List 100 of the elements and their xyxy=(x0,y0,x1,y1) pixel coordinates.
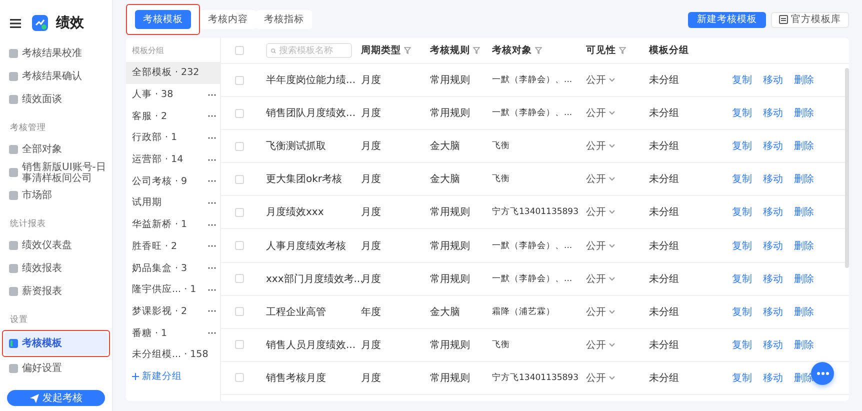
action-link[interactable]: 复制 xyxy=(732,304,752,319)
visibility-dropdown[interactable]: 公开 xyxy=(586,338,649,352)
action-link[interactable]: 复制 xyxy=(732,139,752,154)
action-link[interactable]: 移动 xyxy=(763,139,783,154)
group-item[interactable]: 行政部 · 1 xyxy=(126,127,220,149)
add-group-button[interactable]: 新建分组 xyxy=(126,366,220,387)
column-header[interactable]: 模板分组 xyxy=(649,44,732,57)
column-header[interactable]: 考核对象 xyxy=(492,44,586,57)
group-item[interactable]: 隆宇供应... · 1 xyxy=(126,278,220,301)
action-link[interactable]: 复制 xyxy=(732,205,752,220)
group-item[interactable]: 公司考核 · 9 xyxy=(126,170,220,192)
checkbox[interactable] xyxy=(235,241,244,250)
visibility-dropdown[interactable]: 公开 xyxy=(586,370,649,385)
more-icon[interactable] xyxy=(208,202,216,204)
action-link[interactable]: 复制 xyxy=(732,106,752,120)
nav-item[interactable]: 考核结果校准 xyxy=(4,42,108,65)
action-link[interactable]: 删除 xyxy=(794,205,814,220)
action-link[interactable]: 删除 xyxy=(794,73,814,88)
more-icon[interactable] xyxy=(208,180,216,182)
checkbox[interactable] xyxy=(235,76,244,85)
action-link[interactable]: 移动 xyxy=(763,304,783,319)
nav-item[interactable]: 考核结果确认 xyxy=(4,65,108,88)
action-link[interactable]: 移动 xyxy=(763,172,783,186)
action-link[interactable]: 删除 xyxy=(794,304,814,319)
nav-item[interactable]: 考核模板 xyxy=(4,332,108,355)
column-header[interactable]: 可见性 xyxy=(586,44,649,57)
visibility-dropdown[interactable]: 公开 xyxy=(586,73,649,88)
action-link[interactable]: 复制 xyxy=(732,370,752,385)
filter-icon[interactable] xyxy=(404,47,411,54)
action-link[interactable]: 复制 xyxy=(732,172,752,186)
group-item[interactable]: 客服 · 2 xyxy=(126,105,220,128)
group-item[interactable]: 全部模板 · 232 xyxy=(126,62,220,84)
template-library-button[interactable]: 官方模板库 xyxy=(771,12,849,28)
visibility-dropdown[interactable]: 公开 xyxy=(586,205,649,220)
more-icon[interactable] xyxy=(208,288,216,291)
checkbox[interactable] xyxy=(235,108,244,118)
new-template-button[interactable]: 新建考核模板 xyxy=(688,12,766,28)
column-header[interactable]: 考核规则 xyxy=(430,44,492,57)
launch-button[interactable]: 发起考核 xyxy=(7,390,105,406)
checkbox[interactable] xyxy=(235,142,244,151)
column-header[interactable]: 周期类型 xyxy=(361,44,430,57)
checkbox[interactable] xyxy=(235,340,244,350)
menu-icon[interactable] xyxy=(10,18,21,28)
nav-item[interactable]: 薪资报表 xyxy=(4,280,108,303)
more-icon[interactable] xyxy=(208,267,216,270)
visibility-dropdown[interactable]: 公开 xyxy=(586,172,649,186)
action-link[interactable]: 移动 xyxy=(763,73,783,88)
more-icon[interactable] xyxy=(208,136,216,139)
more-icon[interactable] xyxy=(208,310,216,312)
more-icon[interactable] xyxy=(208,245,216,248)
visibility-dropdown[interactable]: 公开 xyxy=(586,238,649,253)
group-item[interactable]: 番糖 · 1 xyxy=(126,322,220,344)
action-link[interactable]: 删除 xyxy=(794,172,814,186)
group-item[interactable]: 华益新桥 · 1 xyxy=(126,214,220,236)
more-icon[interactable] xyxy=(208,115,216,118)
action-link[interactable]: 移动 xyxy=(763,106,783,120)
more-icon[interactable] xyxy=(208,224,216,226)
more-icon[interactable] xyxy=(208,94,216,96)
action-link[interactable]: 复制 xyxy=(732,238,752,253)
action-link[interactable]: 删除 xyxy=(794,338,814,352)
action-link[interactable]: 移动 xyxy=(763,205,783,220)
tab[interactable]: 考核模板 xyxy=(135,10,191,29)
nav-item[interactable]: 绩效仪表盘 xyxy=(4,234,108,257)
group-item[interactable]: 试用期 xyxy=(126,192,220,214)
group-item[interactable]: 梦课影视 · 2 xyxy=(126,300,220,322)
nav-item[interactable]: 市场部 xyxy=(4,184,108,207)
filter-icon[interactable] xyxy=(473,47,480,54)
group-item[interactable]: 人事 · 38 xyxy=(126,84,220,106)
action-link[interactable]: 删除 xyxy=(794,106,814,120)
action-link[interactable]: 移动 xyxy=(763,370,783,385)
filter-icon[interactable] xyxy=(535,47,542,54)
action-link[interactable]: 删除 xyxy=(794,272,814,286)
action-link[interactable]: 复制 xyxy=(732,73,752,88)
action-link[interactable]: 复制 xyxy=(732,338,752,352)
more-icon[interactable] xyxy=(208,158,216,161)
tab[interactable]: 考核指标 xyxy=(256,10,312,29)
visibility-dropdown[interactable]: 公开 xyxy=(586,304,649,319)
action-link[interactable]: 移动 xyxy=(763,238,783,253)
action-link[interactable]: 删除 xyxy=(794,238,814,253)
checkbox[interactable] xyxy=(235,373,244,382)
nav-item[interactable]: 销售新版UI账号-日事清样板间公司 xyxy=(4,161,108,184)
tab[interactable]: 考核内容 xyxy=(200,10,256,29)
group-item[interactable]: 奶品集盒 · 3 xyxy=(126,257,220,279)
group-item[interactable]: 未分组模... · 158 xyxy=(126,344,220,366)
checkbox[interactable] xyxy=(235,46,244,55)
visibility-dropdown[interactable]: 公开 xyxy=(586,139,649,154)
action-link[interactable]: 复制 xyxy=(732,272,752,286)
visibility-dropdown[interactable]: 公开 xyxy=(586,272,649,286)
nav-item[interactable]: 全部对象 xyxy=(4,138,108,161)
visibility-dropdown[interactable]: 公开 xyxy=(586,106,649,120)
more-icon[interactable] xyxy=(208,332,216,334)
group-item[interactable]: 运营部 · 14 xyxy=(126,148,220,170)
checkbox[interactable] xyxy=(235,274,244,284)
nav-item[interactable]: 偏好设置 xyxy=(4,357,108,380)
action-link[interactable]: 移动 xyxy=(763,338,783,352)
group-item[interactable]: 胜香旺 · 2 xyxy=(126,236,220,258)
checkbox[interactable] xyxy=(235,174,244,184)
action-link[interactable]: 移动 xyxy=(763,272,783,286)
checkbox[interactable] xyxy=(235,307,244,316)
checkbox[interactable] xyxy=(235,208,244,217)
